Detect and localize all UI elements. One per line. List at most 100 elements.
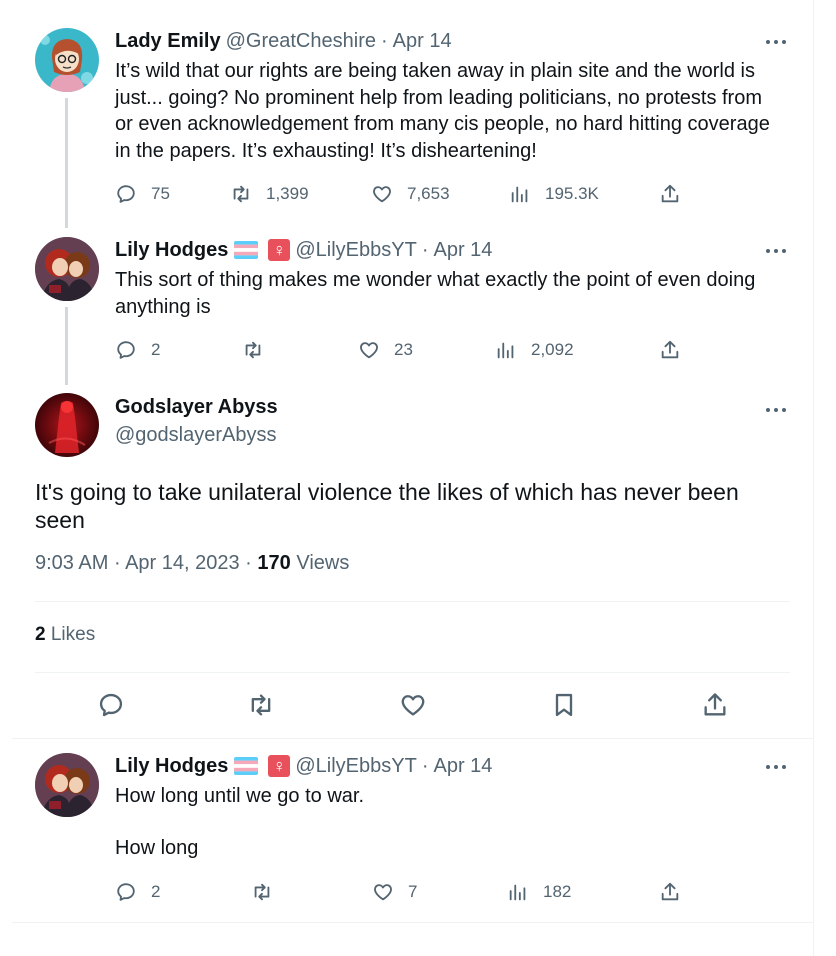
author-handle[interactable]: @LilyEbbsYT [295, 239, 416, 262]
separator-dot: · [113, 552, 121, 574]
avatar[interactable] [35, 753, 99, 817]
share-icon [659, 183, 681, 205]
tweet-actions: 2 7 182 [115, 879, 695, 905]
share-button[interactable] [659, 181, 681, 207]
tweet-text: How long until we go to war. How long [115, 783, 795, 861]
retweet-button[interactable]: 1,399 [230, 181, 309, 207]
avatar[interactable] [35, 237, 99, 301]
tweet-text: It’s wild that our rights are being take… [115, 58, 795, 164]
like-icon [372, 881, 394, 903]
like-icon [358, 339, 380, 361]
reply-button[interactable]: 2 [115, 879, 160, 905]
tweet-actions: 2 23 2,092 [115, 337, 695, 363]
author-handle[interactable]: @GreatCheshire [226, 30, 376, 53]
trans-flag-icon [234, 241, 259, 259]
author-handle[interactable]: @LilyEbbsYT [295, 755, 416, 778]
more-icon[interactable] [764, 241, 788, 261]
share-icon [659, 881, 681, 903]
retweet-button[interactable] [242, 337, 278, 363]
reply-icon [115, 183, 137, 205]
reply-icon [115, 881, 137, 903]
tweet-text-line: in the papers. It’s exhausting! It’s dis… [115, 139, 537, 162]
main-tweet-actions [35, 690, 775, 720]
tweet-lily-hodges[interactable]: Lily Hodges ♀ @LilyEbbsYT · Apr 14 This … [0, 237, 814, 367]
views-button[interactable]: 2,092 [495, 337, 574, 363]
views-button[interactable]: 195.3K [509, 181, 599, 207]
avatar[interactable] [35, 393, 99, 457]
tweet-actions: 75 1,399 7,653 195.3K [115, 181, 695, 207]
tweet-date[interactable]: Apr 14 [434, 239, 493, 262]
author-name[interactable]: Lily Hodges [115, 755, 228, 778]
tweet-text-line: anything is [115, 295, 211, 318]
tweet-meta: 9:03 AM · Apr 14, 2023 · 170 Views [35, 552, 349, 575]
retweet-button[interactable] [251, 879, 287, 905]
views-count: 2,092 [531, 340, 574, 359]
tweet-full-date[interactable]: Apr 14, 2023 [125, 552, 240, 574]
separator-dot: · [380, 29, 388, 52]
views-count: 170 [257, 552, 291, 574]
more-icon[interactable] [764, 757, 788, 777]
reply-button[interactable] [96, 690, 126, 720]
tweet-text-line: How long until we go to war. [115, 785, 365, 807]
views-label: Views [296, 552, 350, 574]
reply-icon [97, 691, 125, 719]
divider [12, 738, 814, 739]
bookmark-icon [550, 691, 578, 719]
separator-dot: · [245, 552, 252, 574]
reply-count: 75 [151, 184, 170, 203]
tweet-lady-emily[interactable]: Lady Emily @GreatCheshire · Apr 14 It’s … [0, 28, 814, 218]
tweet-text: This sort of thing makes me wonder what … [115, 267, 795, 320]
author-handle[interactable]: @godslayerAbyss [115, 424, 276, 447]
retweet-icon [242, 339, 264, 361]
tweet-reply-lily-hodges[interactable]: Lily Hodges ♀ @LilyEbbsYT · Apr 14 How l… [0, 753, 814, 923]
bookmark-button[interactable] [549, 690, 579, 720]
retweet-icon [251, 881, 273, 903]
views-button[interactable]: 182 [507, 879, 571, 905]
tweet-text-line: It’s wild that our rights are being take… [115, 60, 755, 82]
share-button[interactable] [659, 337, 681, 363]
more-icon[interactable] [764, 32, 788, 52]
like-button[interactable]: 23 [358, 337, 413, 363]
like-button[interactable]: 7,653 [371, 181, 450, 207]
views-icon [507, 881, 529, 903]
share-icon [659, 339, 681, 361]
like-count: 23 [394, 340, 413, 359]
like-icon [371, 183, 393, 205]
author-name[interactable]: Lady Emily [115, 30, 221, 53]
trans-flag-icon [234, 757, 259, 775]
likes-summary[interactable]: 2 Likes [35, 624, 95, 646]
female-sign-icon: ♀ [268, 755, 291, 777]
reply-count: 2 [151, 882, 161, 901]
tweet-header: Lily Hodges ♀ @LilyEbbsYT · Apr 14 [115, 753, 492, 779]
tweet-text-line: It's going to take unilateral violence t… [35, 479, 739, 505]
author-name[interactable]: Godslayer Abyss [115, 396, 278, 419]
tweet-text-line: This sort of thing makes me wonder what … [115, 269, 756, 291]
divider [12, 922, 814, 923]
tweet-header: Lady Emily @GreatCheshire · Apr 14 [115, 28, 452, 54]
tweet-header: Lily Hodges ♀ @LilyEbbsYT · Apr 14 [115, 237, 492, 263]
share-button[interactable] [659, 879, 681, 905]
author-name[interactable]: Lily Hodges [115, 239, 228, 262]
more-icon[interactable] [764, 400, 788, 420]
retweet-icon [230, 183, 252, 205]
like-count: 7,653 [407, 184, 450, 203]
views-icon [509, 183, 531, 205]
reply-icon [115, 339, 137, 361]
views-icon [495, 339, 517, 361]
tweet-time[interactable]: 9:03 AM [35, 552, 108, 574]
tweet-text-line: How long [115, 836, 199, 859]
retweet-button[interactable] [246, 690, 276, 720]
share-button[interactable] [700, 690, 730, 720]
reply-button[interactable]: 75 [115, 181, 170, 207]
avatar[interactable] [35, 28, 99, 92]
like-button[interactable] [398, 690, 428, 720]
tweet-date[interactable]: Apr 14 [393, 30, 452, 53]
like-button[interactable]: 7 [372, 879, 417, 905]
reply-button[interactable]: 2 [115, 337, 160, 363]
divider [35, 601, 790, 602]
female-sign-icon: ♀ [268, 239, 291, 261]
tweet-date[interactable]: Apr 14 [434, 755, 493, 778]
divider [35, 672, 790, 673]
separator-dot: · [421, 238, 429, 261]
reply-count: 2 [151, 340, 161, 359]
